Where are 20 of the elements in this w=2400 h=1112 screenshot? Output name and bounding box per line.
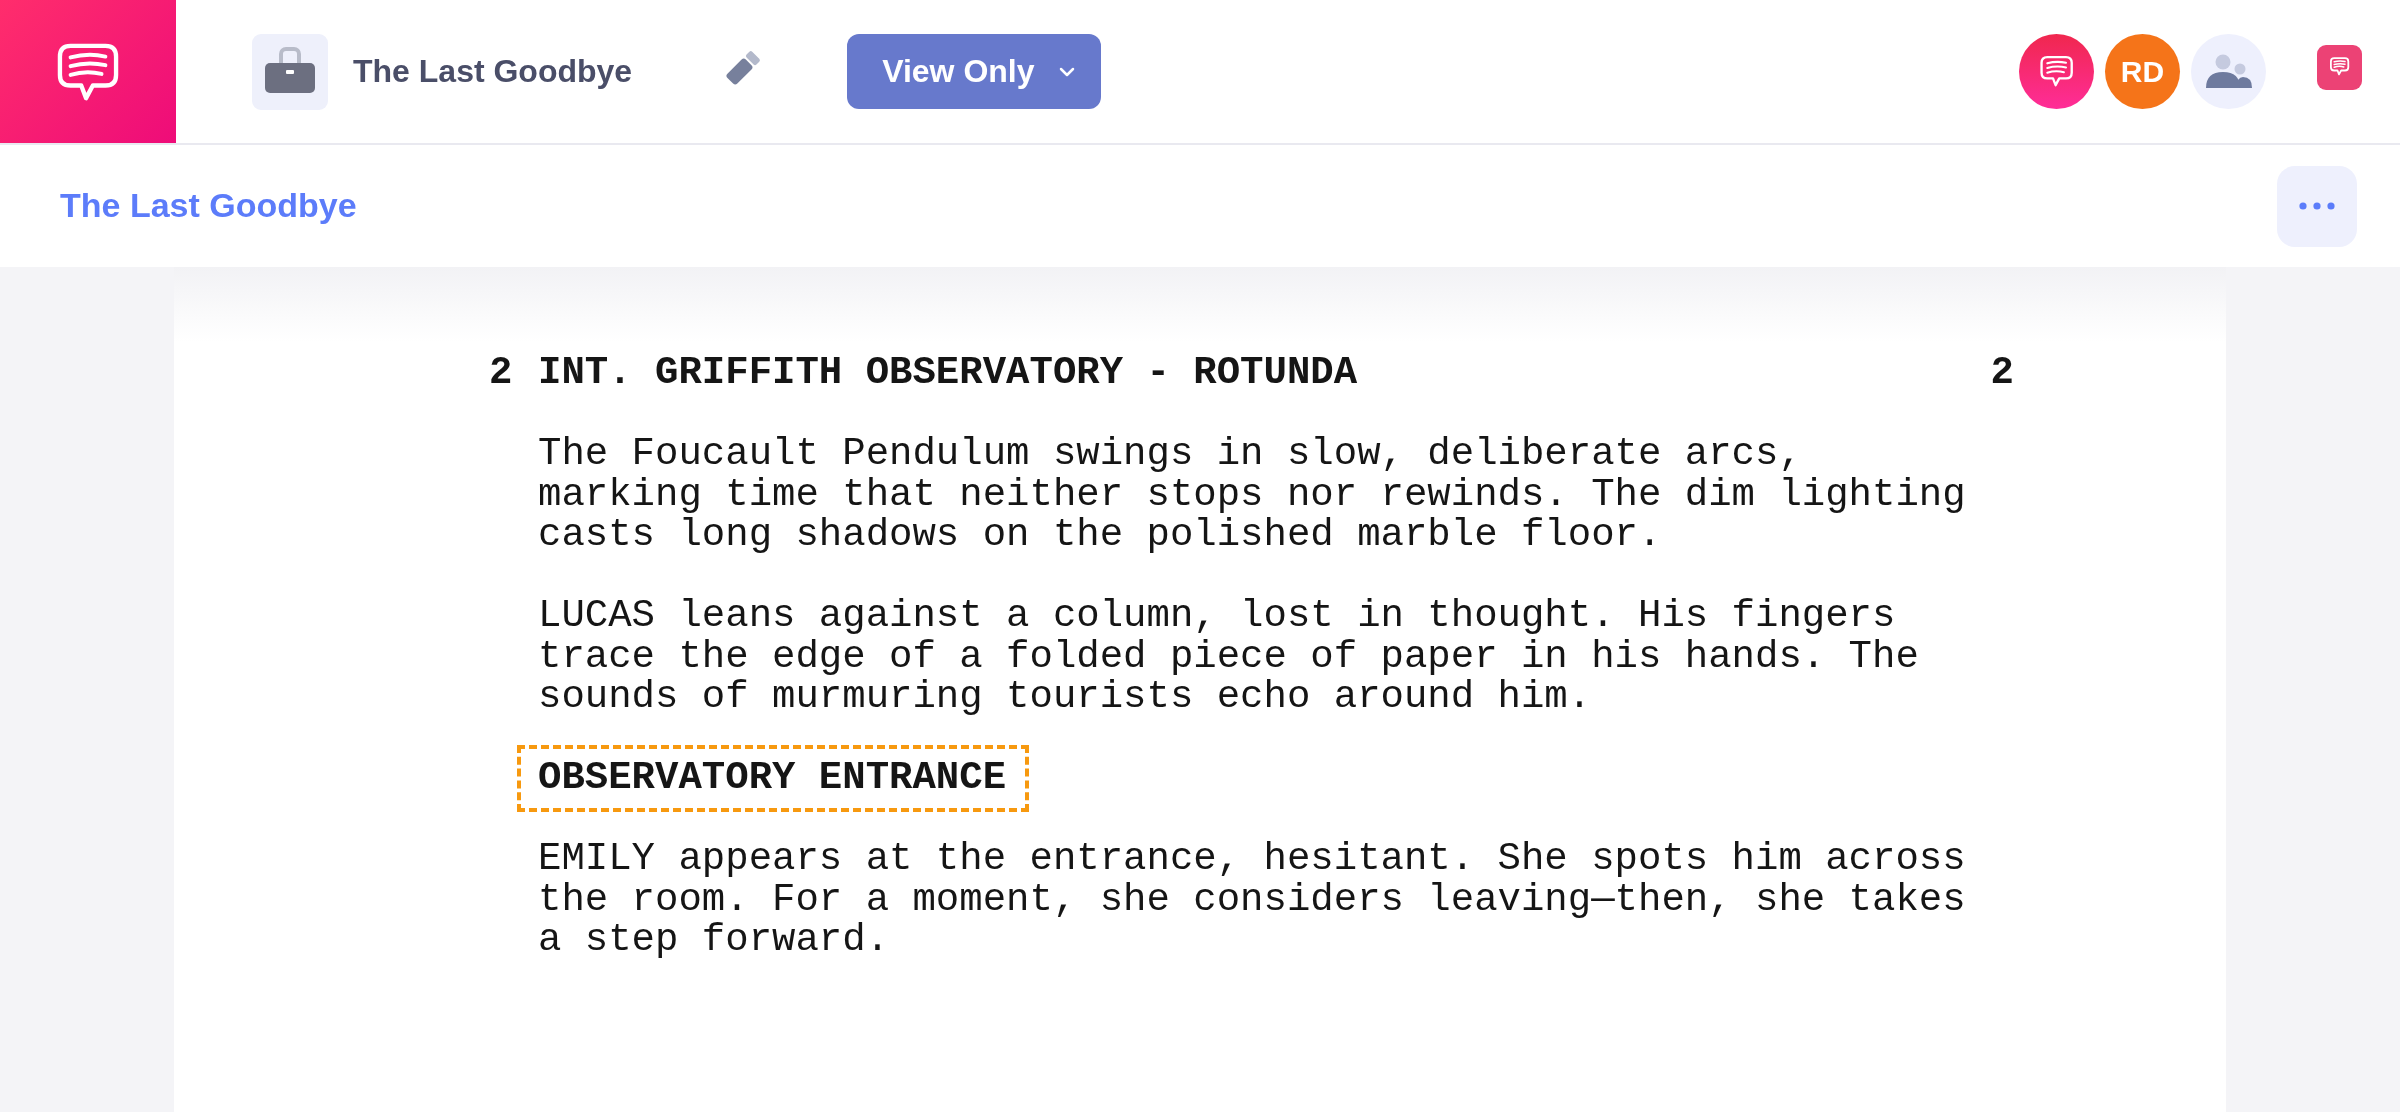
scene-number: 2 <box>489 353 514 394</box>
action-text: EMILY appears at the entrance, hesitant. She spots him across the room. For a moment, she considers leaving—then, she takes a step forward. <box>538 839 1967 961</box>
speech-bubble-icon[interactable] <box>2317 45 2362 90</box>
scene-number: 2 <box>1990 353 2014 394</box>
user-avatar[interactable]: RD <box>2105 34 2180 109</box>
chevron-down-icon <box>1058 66 1075 77</box>
home-button[interactable] <box>0 0 176 143</box>
pencil-icon[interactable] <box>724 48 763 87</box>
speech-bubble-icon[interactable] <box>2019 34 2094 109</box>
people-icon[interactable] <box>2191 34 2266 109</box>
speech-bubble-icon <box>57 41 119 102</box>
view-mode-dropdown[interactable]: View Only <box>847 34 1101 109</box>
document-title-link[interactable]: The Last Goodbye <box>60 185 357 225</box>
document-title: The Last Goodbye <box>353 53 633 90</box>
shot-heading: OBSERVATORY ENTRANCE <box>517 745 1030 812</box>
ellipsis-icon <box>2299 202 2335 210</box>
briefcase-icon <box>252 33 328 110</box>
action-text: The Foucault Pendulum swings in slow, deliberate arcs, marking time that neither stops nor rewinds. The dim lighting casts long shadows on the polished marble floor. <box>538 434 1967 556</box>
action-text: LUCAS leans against a column, lost in thought. His fingers trace the edge of a folded piece of paper in his hands. The sounds of murmuring tourists echo around him. <box>538 596 1920 718</box>
scene-heading: INT. GRIFFITH OBSERVATORY - ROTUNDA <box>538 353 1359 394</box>
